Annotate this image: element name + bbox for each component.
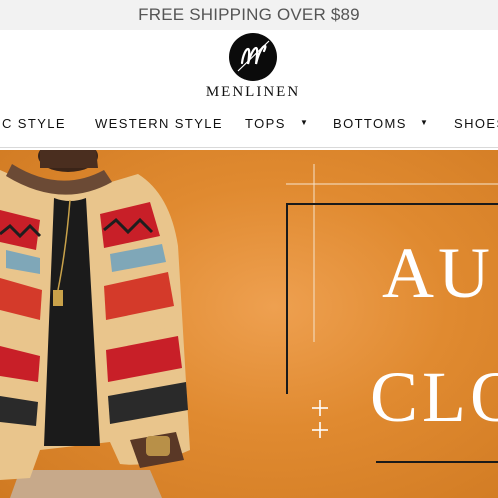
nav-item-bottoms[interactable]: BOTTOMS xyxy=(333,116,407,131)
hero-banner[interactable]: AU CLO xyxy=(0,150,498,498)
hero-artwork xyxy=(0,150,498,498)
hero-headline-line2: CLO xyxy=(370,357,498,437)
promo-bar: FREE SHIPPING OVER $89 xyxy=(0,0,498,30)
logo-mark xyxy=(229,33,277,81)
nav-item-western-style[interactable]: WESTERN STYLE xyxy=(95,116,223,131)
site-logo[interactable]: MENLINEN xyxy=(0,30,498,104)
nav-item-tops[interactable]: TOPS xyxy=(245,116,286,131)
nav-item-ic-style[interactable]: IC STYLE xyxy=(0,116,66,131)
main-nav: IC STYLE WESTERN STYLE TOPS ▼ BOTTOMS ▼ … xyxy=(0,110,498,138)
nav-item-shoes[interactable]: SHOES xyxy=(454,116,498,131)
promo-text: FREE SHIPPING OVER $89 xyxy=(138,5,360,24)
logo-name: MENLINEN xyxy=(205,84,301,100)
tops-dropdown-icon[interactable]: ▼ xyxy=(300,118,308,127)
hero-headline-line1: AU xyxy=(382,233,494,313)
header-divider xyxy=(0,147,498,148)
bottoms-dropdown-icon[interactable]: ▼ xyxy=(420,118,428,127)
